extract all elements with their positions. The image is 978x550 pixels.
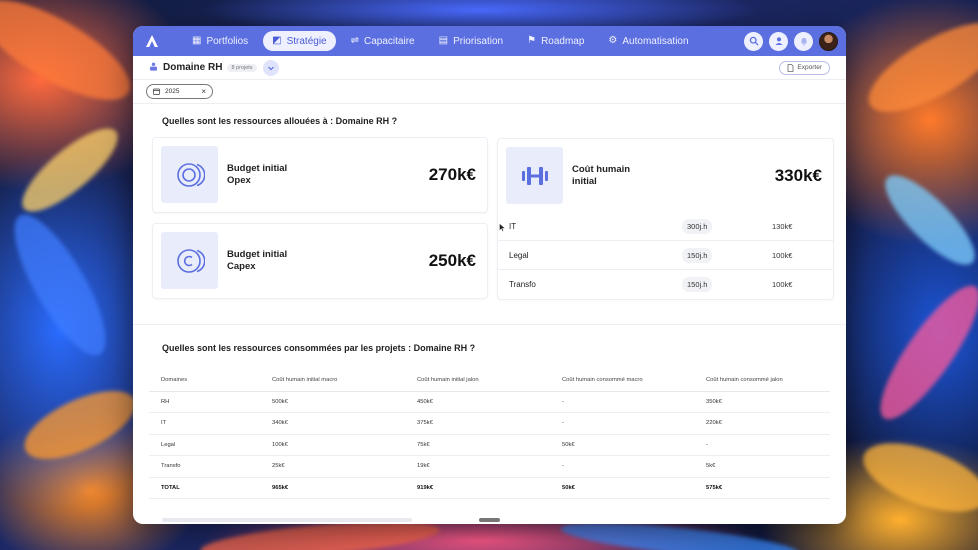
year-filter-chip[interactable]: 2025 × [146, 84, 213, 99]
budget-capex-card: Budget initial Capex 250k€ [152, 223, 488, 299]
nav-label: Capacitaire [364, 35, 415, 47]
capacity-icon: ⇌ [350, 35, 360, 46]
strategy-icon: ◩ [272, 35, 282, 46]
list-item: Legal 150j.h 100k€ [497, 241, 834, 270]
opex-icon-box [161, 146, 218, 203]
search-button[interactable] [744, 31, 763, 51]
allocated-resources-cards: Budget initial Opex 270k€ Budget initial… [133, 134, 846, 324]
nav-portfolios[interactable]: ▦ Portfolios [183, 31, 257, 51]
column-header: Coût humain initial macro [260, 369, 405, 392]
nav-automatisation[interactable]: ⚙ Automatisation [599, 31, 697, 51]
human-cost-icon-box [506, 147, 563, 204]
card-label: Coût humain initial [572, 164, 631, 187]
nav-label: Priorisation [453, 35, 504, 47]
priority-icon: ▤ [438, 35, 449, 46]
avatar[interactable] [819, 31, 838, 51]
card-label: Budget initial Capex [227, 249, 288, 272]
home-indicator[interactable] [479, 518, 500, 522]
page-title: Domaine RH [163, 62, 223, 73]
consumed-resources-table: Domaines Coût humain initial macro Coût … [149, 369, 830, 499]
filter-bar: 2025 × [133, 80, 846, 104]
human-cost-breakdown: IT 300j.h 130k€ Legal 150j.h 100k€ Trans… [497, 212, 834, 299]
year-value: 2025 [165, 88, 180, 95]
domain-dropdown-button[interactable] [262, 59, 279, 76]
user-button[interactable] [769, 31, 788, 51]
table-row: RH 500k€ 450k€ - 350k€ [149, 391, 830, 413]
column-header: Coût humain consommé jalon [694, 369, 830, 392]
notifications-button[interactable] [794, 31, 813, 51]
main-content: Quelles sont les ressources allouées à :… [133, 104, 846, 499]
bell-icon [801, 38, 806, 46]
list-item: IT 300j.h 130k€ [497, 212, 834, 241]
mouse-cursor-icon [499, 223, 506, 232]
nav-roadmap[interactable]: ⚑ Roadmap [518, 31, 593, 51]
nav-label: Stratégie [286, 35, 327, 47]
allocated-resources-title: Quelles sont les ressources allouées à :… [162, 116, 398, 126]
app-window: ▦ Portfolios ◩ Stratégie ⇌ Capacitaire ▤… [133, 26, 846, 524]
close-icon[interactable]: × [201, 87, 206, 96]
table-header-row: Domaines Coût humain initial macro Coût … [149, 369, 830, 392]
user-icon [775, 37, 782, 45]
list-item: Transfo 150j.h 100k€ [497, 270, 834, 299]
capex-coin-icon [176, 248, 205, 273]
nav-label: Roadmap [541, 35, 585, 47]
nav-label: Portfolios [206, 35, 249, 47]
dumbbell-icon [521, 166, 548, 185]
column-header: Coût humain initial jalon [405, 369, 550, 392]
domain-header: Domaine RH 8 projets Exporter [133, 56, 846, 80]
budget-opex-card: Budget initial Opex 270k€ [152, 137, 488, 213]
table-row: Transfo 25k€ 19k€ - 5k€ [149, 455, 830, 478]
export-label: Exporter [797, 64, 822, 71]
card-value: 270k€ [428, 165, 476, 184]
nav-capacitaire[interactable]: ⇌ Capacitaire [342, 31, 424, 51]
column-header: Domaines [149, 369, 260, 392]
capex-icon-box [161, 232, 218, 289]
card-value: 250k€ [428, 251, 476, 270]
table-total-row: TOTAL 965k€ 919k€ 50k€ 575k€ [149, 477, 830, 499]
table-row: Legal 100k€ 75k€ 50k€ - [149, 434, 830, 456]
export-button[interactable]: Exporter [779, 60, 830, 75]
card-label: Budget initial Opex [227, 163, 288, 186]
calendar-icon [153, 88, 160, 95]
card-value: 330k€ [774, 166, 822, 185]
nav-strategie[interactable]: ◩ Stratégie [263, 31, 336, 51]
column-header: Coût humain consommé macro [550, 369, 694, 392]
coin-icon [176, 162, 205, 187]
nav-actions [744, 31, 838, 51]
grid-icon: ▦ [192, 35, 202, 46]
top-navigation: ▦ Portfolios ◩ Stratégie ⇌ Capacitaire ▤… [133, 26, 846, 56]
search-icon [749, 36, 758, 46]
nav-priorisation[interactable]: ▤ Priorisation [430, 31, 512, 51]
flag-icon: ⚑ [527, 35, 537, 46]
consumed-resources-title: Quelles sont les ressources consommées p… [162, 343, 476, 353]
next-section-peek [162, 518, 412, 522]
app-logo-icon[interactable] [141, 30, 163, 52]
projects-count-badge: 8 projets [227, 63, 257, 72]
nav-label: Automatisation [622, 35, 689, 47]
domain-icon [149, 62, 158, 74]
table-row: IT 340k€ 375k€ - 220k€ [149, 412, 830, 435]
document-icon [788, 63, 794, 72]
chevron-down-icon [267, 66, 274, 70]
robot-icon: ⚙ [608, 35, 618, 46]
